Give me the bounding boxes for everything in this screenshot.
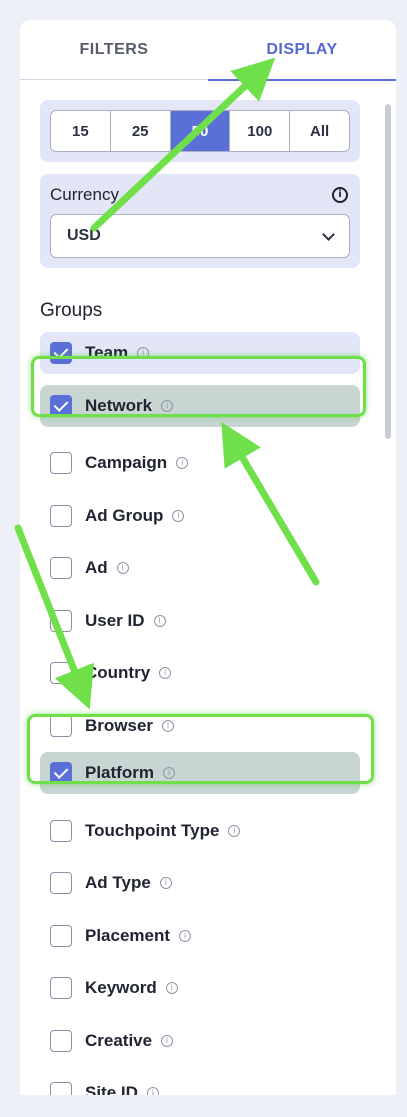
group-item-country[interactable]: Country i [40,647,360,700]
page-size-selector: 15 25 50 100 All [50,110,350,152]
ad-checkbox[interactable] [50,557,72,580]
scrollbar[interactable] [385,104,391,439]
info-icon[interactable]: i [137,347,150,359]
group-item-network[interactable]: Network i [40,384,360,427]
info-icon[interactable]: i [146,1087,159,1095]
group-item-team[interactable]: Team i [40,332,360,374]
campaign-checkbox[interactable] [50,452,72,475]
currency-label: Currency [50,185,119,204]
team-label: Team [85,343,129,362]
info-icon[interactable]: i [161,1034,174,1047]
creative-label: Creative [85,1030,153,1050]
info-icon[interactable]: i [161,399,174,412]
touchpoint-type-checkbox[interactable] [50,819,72,842]
ad-label: Ad [85,558,108,578]
groups-title: Groups [40,300,103,321]
group-item-touchpoint-type[interactable]: Touchpoint Type i [40,805,360,858]
info-icon[interactable]: i [179,929,192,942]
network-checkbox[interactable] [50,394,72,417]
page-size-all-button[interactable]: All [290,111,349,151]
site-id-checkbox[interactable] [50,1082,72,1095]
creative-checkbox[interactable] [50,1029,72,1052]
placement-checkbox[interactable] [50,924,72,947]
info-icon[interactable]: i [172,509,185,522]
user-id-label: User ID [85,610,145,630]
group-item-placement[interactable]: Placement i [40,910,360,963]
tab-bar: FILTERS DISPLAY [20,20,396,81]
campaign-label: Campaign [85,453,168,473]
page-size-100-button[interactable]: 100 [230,111,291,151]
platform-label: Platform [85,763,154,782]
info-icon[interactable]: i [153,614,166,627]
ad-group-label: Ad Group [85,505,164,525]
page-size-25-button[interactable]: 25 [111,111,171,151]
info-icon[interactable]: i [116,562,129,575]
platform-checkbox[interactable] [50,762,72,784]
group-item-browser[interactable]: Browser i [40,700,360,753]
info-icon[interactable]: i [228,824,241,837]
page-size-15-button[interactable]: 15 [51,111,111,151]
country-label: Country [85,663,151,683]
ad-type-label: Ad Type [85,873,151,893]
placement-label: Placement [85,925,171,945]
info-icon[interactable]: i [162,719,175,732]
group-item-ad-type[interactable]: Ad Type i [40,857,360,910]
info-icon[interactable]: i [332,187,348,203]
group-item-ad-group[interactable]: Ad Group i [40,490,360,543]
info-icon[interactable]: i [159,667,172,680]
display-panel: FILTERS DISPLAY 15 25 50 100 All Currenc… [20,20,396,1095]
ad-type-checkbox[interactable] [50,872,72,895]
tab-filters[interactable]: FILTERS [20,20,208,80]
touchpoint-type-label: Touchpoint Type [85,820,220,840]
keyword-checkbox[interactable] [50,977,72,1000]
group-item-site-id[interactable]: Site ID i [40,1067,360,1095]
network-label: Network [85,395,153,415]
group-item-campaign[interactable]: Campaign i [40,437,360,490]
group-item-user-id[interactable]: User ID i [40,595,360,648]
country-checkbox[interactable] [50,662,72,685]
currency-group: Currency i USD [40,174,360,268]
currency-value: USD [67,227,101,244]
site-id-label: Site ID [85,1083,138,1095]
keyword-label: Keyword [85,978,157,998]
page-size-group: 15 25 50 100 All [40,100,360,162]
browser-checkbox[interactable] [50,714,72,737]
info-icon[interactable]: i [159,877,172,890]
chevron-down-icon [322,227,335,241]
currency-select[interactable]: USD [50,214,350,258]
group-item-platform[interactable]: Platform i [40,752,360,794]
info-icon[interactable]: i [162,767,175,779]
tab-display[interactable]: DISPLAY [208,20,396,81]
team-checkbox[interactable] [50,342,72,364]
ad-group-checkbox[interactable] [50,504,72,527]
page-size-50-button[interactable]: 50 [170,111,231,151]
group-item-keyword[interactable]: Keyword i [40,962,360,1015]
group-item-creative[interactable]: Creative i [40,1015,360,1068]
info-icon[interactable]: i [176,457,189,470]
user-id-checkbox[interactable] [50,609,72,632]
info-icon[interactable]: i [165,982,178,995]
group-item-ad[interactable]: Ad i [40,542,360,595]
browser-label: Browser [85,715,154,735]
groups-list: Team i Network i Campaign i Ad Group i Ad i User I… [40,332,360,1095]
